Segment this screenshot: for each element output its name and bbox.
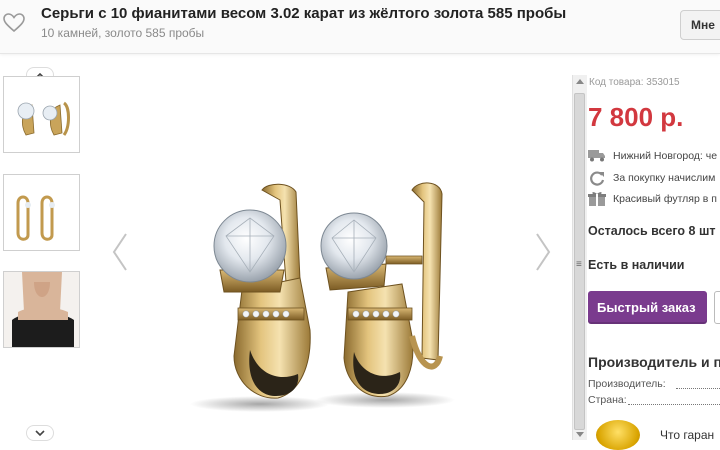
page-subtitle: 10 камней, золото 585 пробы bbox=[41, 26, 205, 40]
availability-status: Есть в наличии bbox=[588, 258, 685, 272]
product-header: Серьги с 10 фианитами весом 3.02 карат и… bbox=[0, 0, 720, 54]
main-product-image bbox=[190, 182, 455, 412]
bonus-info[interactable]: За покупку начислим bbox=[588, 170, 715, 186]
gift-icon bbox=[588, 192, 606, 206]
bonus-text: За покупку начислим bbox=[613, 172, 716, 184]
chevron-down-icon bbox=[35, 429, 45, 436]
delivery-info[interactable]: Нижний Новгород: че bbox=[588, 149, 717, 162]
stock-left: Осталось всего 8 шт bbox=[588, 224, 716, 238]
thumbnail-front[interactable] bbox=[3, 76, 80, 153]
maker-dots bbox=[676, 388, 720, 389]
delivery-text: Нижний Новгород: че bbox=[613, 149, 718, 162]
truck-icon bbox=[588, 150, 605, 162]
country-dots bbox=[628, 404, 720, 405]
thumbnail-side[interactable] bbox=[3, 174, 80, 251]
page-title: Серьги с 10 фианитами весом 3.02 карат и… bbox=[41, 5, 567, 22]
next-image-arrow[interactable] bbox=[533, 232, 553, 272]
refresh-icon bbox=[590, 171, 605, 186]
scroll-grip-icon: ≡ bbox=[576, 259, 582, 270]
packaging-info[interactable]: Красивый футляр в п bbox=[588, 191, 717, 206]
more-button[interactable]: Мне bbox=[680, 10, 720, 40]
earrings-side-thumb-image bbox=[4, 175, 79, 250]
country-label: Страна: bbox=[588, 394, 627, 406]
add-to-cart-button[interactable] bbox=[714, 291, 720, 324]
thumbs-down-button[interactable] bbox=[26, 425, 54, 441]
guarantee-seal-icon bbox=[596, 420, 640, 450]
maker-label: Производитель: bbox=[588, 378, 666, 390]
product-price: 7 800 р. bbox=[588, 102, 684, 132]
scroll-up-arrow-icon[interactable] bbox=[576, 79, 584, 84]
packaging-text: Красивый футляр в п bbox=[613, 192, 717, 205]
heart-icon[interactable] bbox=[3, 13, 25, 33]
quick-order-button[interactable]: Быстрый заказ bbox=[588, 291, 707, 324]
prev-image-arrow[interactable] bbox=[110, 232, 130, 272]
product-code: Код товара: 353015 bbox=[589, 77, 680, 88]
thumbnail-model[interactable] bbox=[3, 271, 80, 348]
earrings-thumb-image bbox=[4, 77, 79, 152]
maker-section-title: Производитель и п bbox=[588, 354, 720, 370]
scroll-down-arrow-icon[interactable] bbox=[576, 432, 584, 437]
model-thumb-image bbox=[4, 272, 79, 347]
